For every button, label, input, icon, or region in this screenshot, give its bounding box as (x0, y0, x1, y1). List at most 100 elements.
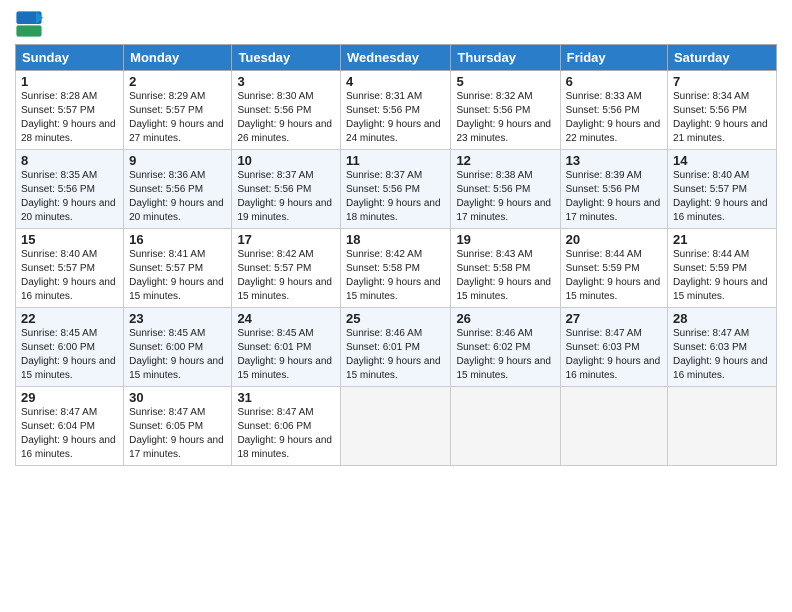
day-number: 2 (129, 74, 226, 89)
day-number: 9 (129, 153, 226, 168)
calendar-table: SundayMondayTuesdayWednesdayThursdayFrid… (15, 44, 777, 466)
sunset-label: Sunset: 5:57 PM (21, 105, 95, 116)
day-number: 17 (237, 232, 335, 247)
calendar-cell: 2 Sunrise: 8:29 AM Sunset: 5:57 PM Dayli… (124, 71, 232, 150)
day-number: 22 (21, 311, 118, 326)
daylight-label: Daylight: 9 hours and 16 minutes. (566, 356, 661, 381)
sunrise-label: Sunrise: 8:42 AM (346, 249, 422, 260)
col-header-friday: Friday (560, 45, 667, 71)
day-number: 14 (673, 153, 771, 168)
daylight-label: Daylight: 9 hours and 21 minutes. (673, 119, 768, 144)
col-header-sunday: Sunday (16, 45, 124, 71)
day-number: 5 (456, 74, 554, 89)
sunrise-label: Sunrise: 8:42 AM (237, 249, 313, 260)
sunset-label: Sunset: 6:02 PM (456, 342, 530, 353)
sunset-label: Sunset: 6:03 PM (566, 342, 640, 353)
day-number: 24 (237, 311, 335, 326)
daylight-label: Daylight: 9 hours and 17 minutes. (566, 198, 661, 223)
sunrise-label: Sunrise: 8:34 AM (673, 91, 749, 102)
day-number: 18 (346, 232, 445, 247)
sunset-label: Sunset: 6:00 PM (21, 342, 95, 353)
daylight-label: Daylight: 9 hours and 16 minutes. (21, 435, 116, 460)
day-info: Sunrise: 8:35 AM Sunset: 5:56 PM Dayligh… (21, 169, 118, 225)
calendar-cell: 13 Sunrise: 8:39 AM Sunset: 5:56 PM Dayl… (560, 150, 667, 229)
sunset-label: Sunset: 5:56 PM (129, 184, 203, 195)
sunset-label: Sunset: 5:57 PM (21, 263, 95, 274)
day-info: Sunrise: 8:42 AM Sunset: 5:58 PM Dayligh… (346, 248, 445, 304)
sunrise-label: Sunrise: 8:36 AM (129, 170, 205, 181)
day-number: 10 (237, 153, 335, 168)
calendar-week-3: 15 Sunrise: 8:40 AM Sunset: 5:57 PM Dayl… (16, 229, 777, 308)
sunset-label: Sunset: 5:58 PM (456, 263, 530, 274)
sunset-label: Sunset: 6:06 PM (237, 421, 311, 432)
sunrise-label: Sunrise: 8:33 AM (566, 91, 642, 102)
sunset-label: Sunset: 5:59 PM (673, 263, 747, 274)
calendar-cell: 29 Sunrise: 8:47 AM Sunset: 6:04 PM Dayl… (16, 387, 124, 466)
day-number: 16 (129, 232, 226, 247)
day-number: 20 (566, 232, 662, 247)
day-info: Sunrise: 8:38 AM Sunset: 5:56 PM Dayligh… (456, 169, 554, 225)
day-info: Sunrise: 8:40 AM Sunset: 5:57 PM Dayligh… (673, 169, 771, 225)
daylight-label: Daylight: 9 hours and 20 minutes. (129, 198, 224, 223)
day-number: 13 (566, 153, 662, 168)
col-header-thursday: Thursday (451, 45, 560, 71)
calendar-cell (451, 387, 560, 466)
calendar-cell: 10 Sunrise: 8:37 AM Sunset: 5:56 PM Dayl… (232, 150, 341, 229)
day-info: Sunrise: 8:41 AM Sunset: 5:57 PM Dayligh… (129, 248, 226, 304)
calendar-cell: 6 Sunrise: 8:33 AM Sunset: 5:56 PM Dayli… (560, 71, 667, 150)
day-info: Sunrise: 8:47 AM Sunset: 6:04 PM Dayligh… (21, 406, 118, 462)
day-number: 31 (237, 390, 335, 405)
daylight-label: Daylight: 9 hours and 15 minutes. (673, 277, 768, 302)
calendar-cell: 4 Sunrise: 8:31 AM Sunset: 5:56 PM Dayli… (341, 71, 451, 150)
sunrise-label: Sunrise: 8:28 AM (21, 91, 97, 102)
col-header-tuesday: Tuesday (232, 45, 341, 71)
sunrise-label: Sunrise: 8:46 AM (346, 328, 422, 339)
calendar-cell: 7 Sunrise: 8:34 AM Sunset: 5:56 PM Dayli… (668, 71, 777, 150)
sunrise-label: Sunrise: 8:39 AM (566, 170, 642, 181)
day-number: 25 (346, 311, 445, 326)
daylight-label: Daylight: 9 hours and 15 minutes. (129, 277, 224, 302)
daylight-label: Daylight: 9 hours and 15 minutes. (129, 356, 224, 381)
calendar-cell (560, 387, 667, 466)
day-info: Sunrise: 8:34 AM Sunset: 5:56 PM Dayligh… (673, 90, 771, 146)
calendar-cell: 8 Sunrise: 8:35 AM Sunset: 5:56 PM Dayli… (16, 150, 124, 229)
day-number: 23 (129, 311, 226, 326)
sunrise-label: Sunrise: 8:45 AM (21, 328, 97, 339)
daylight-label: Daylight: 9 hours and 15 minutes. (346, 356, 441, 381)
sunrise-label: Sunrise: 8:47 AM (237, 407, 313, 418)
sunrise-label: Sunrise: 8:40 AM (673, 170, 749, 181)
calendar-cell: 23 Sunrise: 8:45 AM Sunset: 6:00 PM Dayl… (124, 308, 232, 387)
sunrise-label: Sunrise: 8:47 AM (566, 328, 642, 339)
day-number: 28 (673, 311, 771, 326)
daylight-label: Daylight: 9 hours and 17 minutes. (456, 198, 551, 223)
daylight-label: Daylight: 9 hours and 26 minutes. (237, 119, 332, 144)
sunset-label: Sunset: 5:56 PM (237, 184, 311, 195)
calendar-cell: 18 Sunrise: 8:42 AM Sunset: 5:58 PM Dayl… (341, 229, 451, 308)
sunrise-label: Sunrise: 8:35 AM (21, 170, 97, 181)
day-number: 7 (673, 74, 771, 89)
sunrise-label: Sunrise: 8:37 AM (237, 170, 313, 181)
sunset-label: Sunset: 5:56 PM (456, 184, 530, 195)
daylight-label: Daylight: 9 hours and 16 minutes. (673, 356, 768, 381)
daylight-label: Daylight: 9 hours and 15 minutes. (21, 356, 116, 381)
sunrise-label: Sunrise: 8:31 AM (346, 91, 422, 102)
daylight-label: Daylight: 9 hours and 28 minutes. (21, 119, 116, 144)
calendar-cell: 11 Sunrise: 8:37 AM Sunset: 5:56 PM Dayl… (341, 150, 451, 229)
sunrise-label: Sunrise: 8:41 AM (129, 249, 205, 260)
sunrise-label: Sunrise: 8:38 AM (456, 170, 532, 181)
day-info: Sunrise: 8:44 AM Sunset: 5:59 PM Dayligh… (673, 248, 771, 304)
day-number: 15 (21, 232, 118, 247)
calendar-cell: 20 Sunrise: 8:44 AM Sunset: 5:59 PM Dayl… (560, 229, 667, 308)
calendar-cell: 31 Sunrise: 8:47 AM Sunset: 6:06 PM Dayl… (232, 387, 341, 466)
sunset-label: Sunset: 5:57 PM (673, 184, 747, 195)
calendar-cell: 24 Sunrise: 8:45 AM Sunset: 6:01 PM Dayl… (232, 308, 341, 387)
daylight-label: Daylight: 9 hours and 22 minutes. (566, 119, 661, 144)
day-number: 4 (346, 74, 445, 89)
sunrise-label: Sunrise: 8:47 AM (673, 328, 749, 339)
calendar-cell: 30 Sunrise: 8:47 AM Sunset: 6:05 PM Dayl… (124, 387, 232, 466)
calendar-cell: 9 Sunrise: 8:36 AM Sunset: 5:56 PM Dayli… (124, 150, 232, 229)
day-number: 3 (237, 74, 335, 89)
day-info: Sunrise: 8:47 AM Sunset: 6:03 PM Dayligh… (566, 327, 662, 383)
day-info: Sunrise: 8:46 AM Sunset: 6:01 PM Dayligh… (346, 327, 445, 383)
logo-icon (15, 10, 43, 38)
